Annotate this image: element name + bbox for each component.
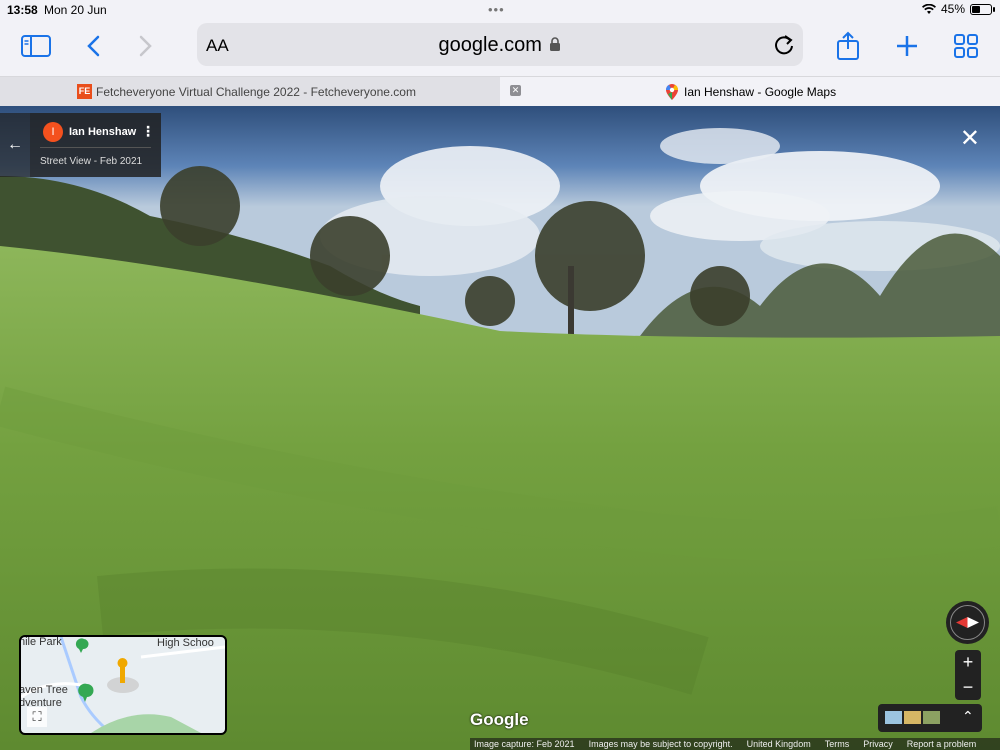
share-icon[interactable]	[828, 28, 868, 64]
map-label: aven Tree	[19, 684, 68, 696]
layer-thumbnail[interactable]	[885, 711, 902, 724]
status-time: 13:58	[7, 3, 38, 17]
url-text: google.com	[438, 34, 542, 56]
sidebar-icon[interactable]	[16, 28, 56, 64]
privacy-link[interactable]: Privacy	[863, 739, 893, 749]
zoom-out-button[interactable]: −	[955, 675, 981, 700]
battery-icon	[970, 3, 995, 15]
fetcheveryone-favicon-icon: FE	[77, 84, 92, 99]
new-tab-icon[interactable]	[887, 28, 927, 64]
map-label: nile Park	[19, 636, 62, 648]
map-footer: Image capture: Feb 2021 Images may be su…	[470, 738, 1000, 750]
battery-percent: 45%	[940, 2, 965, 16]
tab-title: Fetcheveryone Virtual Challenge 2022 - F…	[96, 85, 416, 99]
tab-google-maps[interactable]: Ian Henshaw - Google Maps	[500, 77, 1000, 107]
minimap[interactable]: nile Park High Schoo aven Tree dventure …	[19, 635, 227, 735]
google-maps-icon	[666, 84, 678, 100]
region-link[interactable]: United Kingdom	[747, 739, 811, 749]
url-field[interactable]: google.com	[197, 34, 803, 57]
address-bar[interactable]: AA google.com	[197, 23, 803, 66]
lock-icon	[550, 37, 561, 51]
browser-toolbar: AA google.com	[0, 20, 1000, 76]
tab-title: Ian Henshaw - Google Maps	[684, 85, 837, 99]
zoom-control: + −	[955, 650, 981, 700]
copyright-notice: Images may be subject to copyright.	[588, 739, 733, 749]
multitasking-dots-icon[interactable]: •••	[488, 2, 505, 17]
back-arrow-icon[interactable]: ←	[0, 113, 30, 177]
tab-fetcheveryone[interactable]: FE Fetcheveryone Virtual Challenge 2022 …	[0, 77, 500, 107]
contributor-avatar[interactable]: I	[43, 122, 63, 142]
contributor-name[interactable]: Ian Henshaw	[69, 126, 136, 138]
wifi-icon	[921, 3, 936, 14]
zoom-in-button[interactable]: +	[955, 650, 981, 675]
back-icon[interactable]	[73, 28, 113, 64]
google-logo: Google	[470, 710, 529, 729]
status-bar: 13:58 Mon 20 Jun ••• 45%	[0, 0, 1000, 20]
compass-icon[interactable]	[946, 601, 989, 644]
street-view-panorama[interactable]: ← I Ian Henshaw ⋮ Street View - Feb 2021…	[0, 106, 1000, 750]
forward-icon[interactable]	[126, 28, 166, 64]
status-date: Mon 20 Jun	[44, 3, 107, 17]
divider	[40, 147, 151, 148]
layers-control[interactable]: ⌃	[878, 704, 982, 732]
tabs-overview-icon[interactable]	[946, 28, 986, 64]
expand-map-icon[interactable]: ⛶	[27, 707, 47, 727]
more-options-icon[interactable]: ⋮	[141, 122, 155, 140]
image-capture-date: Image capture: Feb 2021	[474, 739, 575, 749]
streetview-info-card: I Ian Henshaw ⋮ Street View - Feb 2021	[30, 113, 161, 177]
capture-date: Street View - Feb 2021	[40, 156, 143, 167]
close-icon[interactable]: ✕	[960, 124, 980, 153]
layer-thumbnail[interactable]	[923, 711, 940, 724]
map-label: High Schoo	[157, 637, 214, 649]
expand-layers-icon[interactable]: ⌃	[962, 708, 974, 725]
tab-bar: FE Fetcheveryone Virtual Challenge 2022 …	[0, 76, 1000, 107]
layer-thumbnail[interactable]	[904, 711, 921, 724]
report-problem-link[interactable]: Report a problem	[907, 739, 977, 749]
terms-link[interactable]: Terms	[825, 739, 850, 749]
reload-icon[interactable]	[773, 32, 795, 56]
